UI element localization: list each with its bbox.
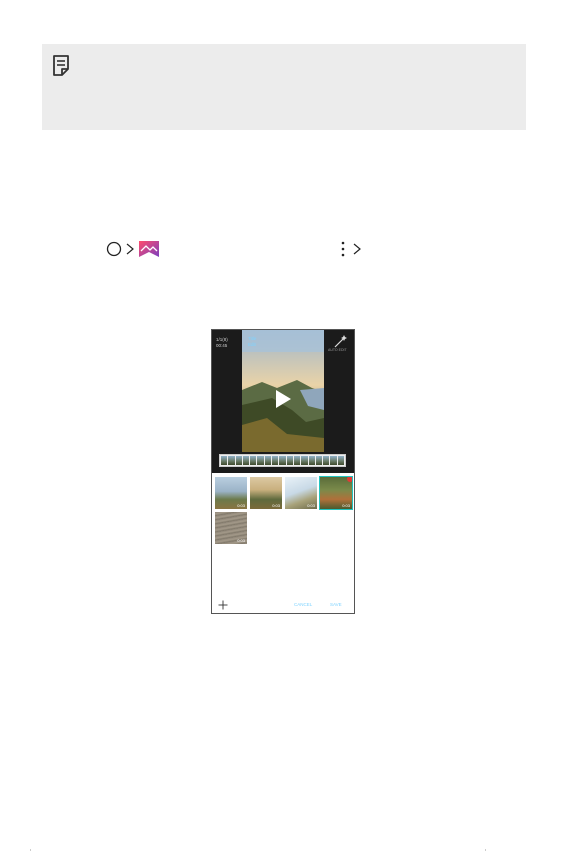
clip-duration: 0:03 <box>307 503 315 508</box>
timeline-frame <box>228 456 235 465</box>
timeline-frame <box>286 456 293 465</box>
timeline-frame <box>293 456 301 465</box>
note-icon <box>53 55 69 76</box>
timeline-frame <box>301 456 308 465</box>
add-icon[interactable] <box>218 600 228 610</box>
timeline-frame <box>272 456 279 465</box>
clip-thumbnail[interactable]: 0:03 <box>215 512 247 544</box>
timeline-frame <box>235 456 242 465</box>
chevron-right-icon <box>353 243 361 255</box>
editor-bottom-bar: CANCEL SAVE <box>212 599 354 613</box>
play-icon[interactable] <box>274 389 292 409</box>
clip-thumbnail[interactable]: 0:03 <box>285 477 317 509</box>
home-icon <box>106 241 122 257</box>
navigation-path <box>0 238 568 262</box>
timeline-frame <box>242 456 250 465</box>
auto-edit-label: AUTO EDIT <box>328 348 347 352</box>
timeline-frame <box>279 456 286 465</box>
timeline-frame <box>264 456 272 465</box>
timeline-frame <box>257 456 264 465</box>
timeline-frame <box>323 456 330 465</box>
clip-thumbnail[interactable]: 0:03 <box>215 477 247 509</box>
save-button[interactable]: SAVE <box>330 602 342 607</box>
timeline-frame <box>221 456 228 465</box>
gallery-icon <box>139 241 159 257</box>
timeline-strip[interactable] <box>219 454 346 467</box>
cancel-button[interactable]: CANCEL <box>294 602 312 607</box>
note-box <box>42 44 526 130</box>
timeline-frame <box>330 456 337 465</box>
video-editor-screenshot: 1/1(8) 00:45 Title Edit AUTO EDIT 0:03 0:… <box>211 329 355 614</box>
clip-duration: 0:03 <box>342 503 350 508</box>
remove-clip-icon[interactable] <box>347 477 352 482</box>
clip-info: 1/1(8) 00:45 <box>216 337 228 349</box>
more-options-icon <box>341 241 345 257</box>
clip-duration: 0:03 <box>237 538 245 543</box>
clip-duration: 0:03 <box>237 503 245 508</box>
movie-title[interactable]: Title Edit <box>248 336 256 348</box>
total-duration: 00:45 <box>216 343 228 348</box>
timeline-frame <box>315 456 323 465</box>
clip-thumbnail[interactable]: 0:03 <box>250 477 282 509</box>
timeline-frame <box>250 456 257 465</box>
clip-duration: 0:03 <box>272 503 280 508</box>
clip-thumbnail[interactable]: 0:03 <box>319 476 353 510</box>
chevron-right-icon <box>126 243 134 255</box>
video-preview: 1/1(8) 00:45 Title Edit AUTO EDIT <box>212 330 354 473</box>
title-sub-line: Edit <box>248 342 256 347</box>
page-footer-marks <box>30 849 486 851</box>
timeline-frame <box>308 456 315 465</box>
timeline-frame <box>337 456 345 465</box>
